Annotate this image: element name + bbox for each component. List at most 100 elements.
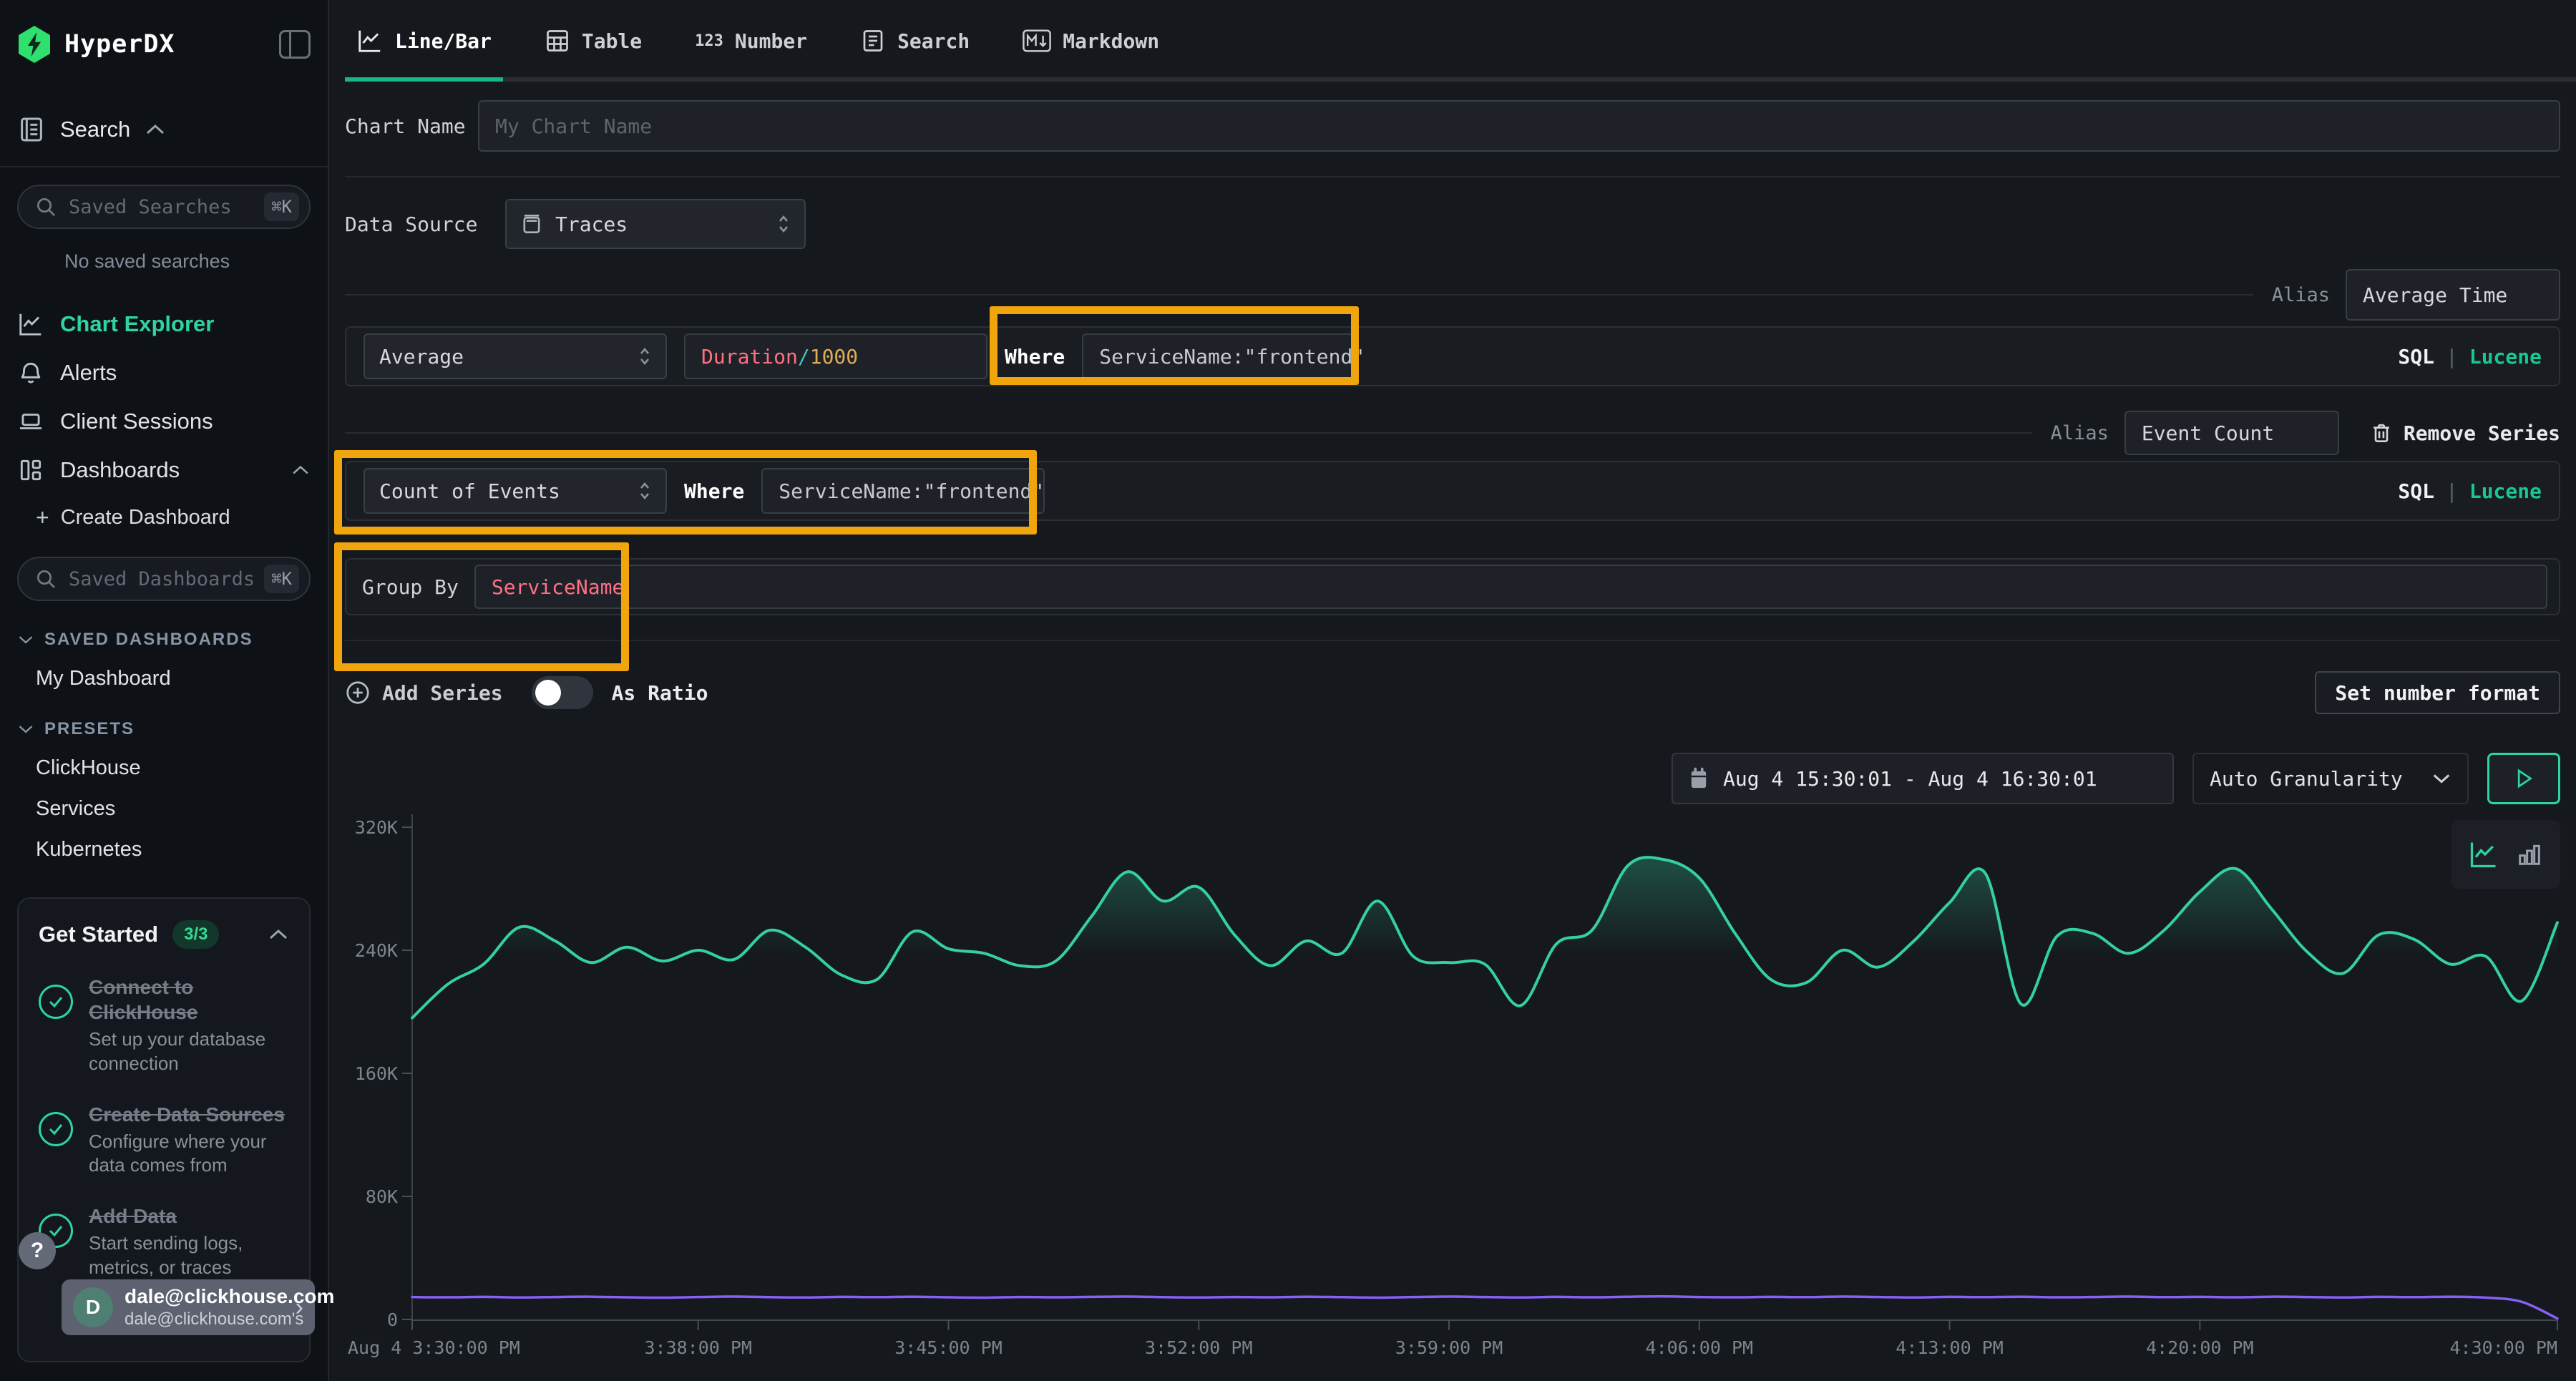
plus-icon: + <box>36 504 49 531</box>
bar-chart-icon <box>2515 840 2544 869</box>
sql-mode-button[interactable]: SQL <box>2398 479 2434 503</box>
line-chart-icon <box>17 311 44 338</box>
task-title: Add Data <box>89 1205 177 1227</box>
dashboard-grid-icon <box>17 457 44 484</box>
svg-text:320K: 320K <box>355 817 398 838</box>
timeseries-chart[interactable]: 080K160K240K320KAug 4 3:30:00 PM3:38:00 … <box>345 807 2560 1380</box>
sidebar-item-search[interactable]: Search <box>17 112 311 147</box>
svg-text:Aug 4 3:30:00 PM: Aug 4 3:30:00 PM <box>348 1337 520 1358</box>
nav-label: Chart Explorer <box>60 311 214 337</box>
nav-label: Client Sessions <box>60 409 213 434</box>
laptop-icon <box>17 408 44 435</box>
line-chart-icon <box>2468 839 2499 870</box>
where-label: Where <box>684 479 744 503</box>
alias-divider <box>345 294 2253 296</box>
help-button[interactable]: ? <box>19 1232 56 1269</box>
series1-where-input[interactable]: ServiceName:"frontend" <box>1082 333 1354 379</box>
section-saved-dashboards[interactable]: SAVED DASHBOARDS <box>17 630 311 650</box>
series2-alias-input[interactable]: Event Count <box>2124 411 2339 455</box>
chevron-up-icon[interactable] <box>268 928 289 941</box>
mode-separator: | <box>2446 345 2458 369</box>
svg-text:4:13:00 PM: 4:13:00 PM <box>1896 1337 2004 1358</box>
mode-separator: | <box>2446 479 2458 503</box>
check-circle-icon <box>39 985 73 1019</box>
svg-text:160K: 160K <box>355 1063 398 1084</box>
sidebar-item-services[interactable]: Services <box>36 797 311 821</box>
saved-dashboards-placeholder: Saved Dashboards <box>69 568 253 590</box>
group-by-label: Group By <box>358 575 459 599</box>
get-started-item[interactable]: Connect to ClickHouse Set up your databa… <box>39 975 289 1076</box>
avatar: D <box>73 1287 113 1327</box>
check-circle-icon <box>39 1112 73 1146</box>
as-ratio-toggle[interactable] <box>532 676 593 709</box>
get-started-title: Get Started <box>39 922 158 947</box>
run-query-button[interactable] <box>2487 753 2560 804</box>
task-desc: Set up your database connection <box>89 1028 289 1076</box>
sidebar-item-clickhouse[interactable]: ClickHouse <box>36 756 311 780</box>
chevron-up-icon[interactable] <box>145 105 166 154</box>
divider <box>345 640 2560 641</box>
sidebar-item-my-dashboard[interactable]: My Dashboard <box>36 667 311 690</box>
svg-text:240K: 240K <box>355 940 398 961</box>
series2-aggregation-select[interactable]: Count of Events <box>364 468 667 514</box>
sidebar-item-dashboards[interactable]: Dashboards <box>17 446 311 494</box>
alias-label: Alias <box>2051 422 2109 444</box>
bell-icon <box>17 359 44 386</box>
plus-circle-icon <box>345 680 371 706</box>
view-tabbar: Line/Bar Table 123 Number Search Markdow… <box>329 0 2576 82</box>
data-source-select[interactable]: Traces <box>505 199 806 249</box>
sidebar-item-client-sessions[interactable]: Client Sessions <box>17 397 311 446</box>
user-menu[interactable]: D dale@clickhouse.com dale@clickhouse.co… <box>62 1279 315 1335</box>
tab-line-bar[interactable]: Line/Bar <box>345 0 503 82</box>
trash-icon <box>2371 421 2392 444</box>
chart-type-toggle[interactable] <box>2451 820 2560 889</box>
set-number-format-button[interactable]: Set number format <box>2315 671 2560 714</box>
saved-dashboards-input[interactable]: Saved Dashboards ⌘K <box>17 557 311 601</box>
series1-aggregation-select[interactable]: Average <box>364 333 667 379</box>
get-started-item[interactable]: Add Data Start sending logs, metrics, or… <box>39 1204 289 1280</box>
tab-table[interactable]: Table <box>533 0 653 82</box>
add-series-button[interactable]: Add Series <box>345 680 503 706</box>
sidebar-collapse-icon[interactable] <box>279 30 311 59</box>
group-by-input[interactable]: ServiceName <box>474 565 2547 609</box>
where-label: Where <box>1005 345 1065 369</box>
line-chart-icon <box>356 27 384 54</box>
app-title: HyperDX <box>64 30 175 59</box>
section-presets[interactable]: PRESETS <box>17 719 311 739</box>
no-saved-searches-text: No saved searches <box>64 250 311 273</box>
tab-search[interactable]: Search <box>849 0 981 82</box>
toggle-knob <box>535 680 561 706</box>
svg-text:80K: 80K <box>366 1186 398 1207</box>
chart-explorer-form: Chart Name My Chart Name Data Source Tra… <box>329 100 2576 1381</box>
tab-number[interactable]: 123 Number <box>683 0 819 82</box>
create-dashboard-button[interactable]: + Create Dashboard <box>36 504 311 531</box>
svg-text:3:59:00 PM: 3:59:00 PM <box>1395 1337 1503 1358</box>
sidebar-item-chart-explorer[interactable]: Chart Explorer <box>17 300 311 348</box>
svg-text:4:20:00 PM: 4:20:00 PM <box>2146 1337 2254 1358</box>
token-servicename: ServiceName <box>492 575 624 599</box>
svg-text:4:06:00 PM: 4:06:00 PM <box>1646 1337 1754 1358</box>
chart-name-input[interactable]: My Chart Name <box>478 100 2560 152</box>
tab-markdown[interactable]: Markdown <box>1011 0 1171 82</box>
search-icon <box>34 195 57 218</box>
granularity-select[interactable]: Auto Granularity <box>2192 753 2469 804</box>
get-started-progress-badge: 3/3 <box>172 920 219 949</box>
time-range-input[interactable]: Aug 4 15:30:01 - Aug 4 16:30:01 <box>1672 753 2174 804</box>
saved-searches-input[interactable]: Saved Searches ⌘K <box>17 185 311 229</box>
remove-series-button[interactable]: Remove Series <box>2371 421 2560 445</box>
series1-field-input[interactable]: Duration/1000 <box>684 333 987 379</box>
get-started-item[interactable]: Create Data Sources Configure where your… <box>39 1102 289 1179</box>
series1-alias-input[interactable]: Average Time <box>2346 269 2560 321</box>
lucene-mode-button[interactable]: Lucene <box>2469 345 2542 369</box>
sidebar-item-alerts[interactable]: Alerts <box>17 348 311 397</box>
svg-text:3:52:00 PM: 3:52:00 PM <box>1145 1337 1253 1358</box>
chart-area: 080K160K240K320KAug 4 3:30:00 PM3:38:00 … <box>345 807 2560 1381</box>
search-doc-icon <box>860 28 886 54</box>
lucene-mode-button[interactable]: Lucene <box>2469 479 2542 503</box>
user-email: dale@clickhouse.com <box>125 1285 284 1308</box>
shortcut-badge: ⌘K <box>264 565 299 593</box>
series2-where-input[interactable]: ServiceName:"frontend" <box>761 468 1045 514</box>
sidebar-item-kubernetes[interactable]: Kubernetes <box>36 838 311 862</box>
sql-mode-button[interactable]: SQL <box>2398 345 2434 369</box>
hyperdx-app: HyperDX Search Saved Searches ⌘K No save… <box>0 0 2576 1381</box>
